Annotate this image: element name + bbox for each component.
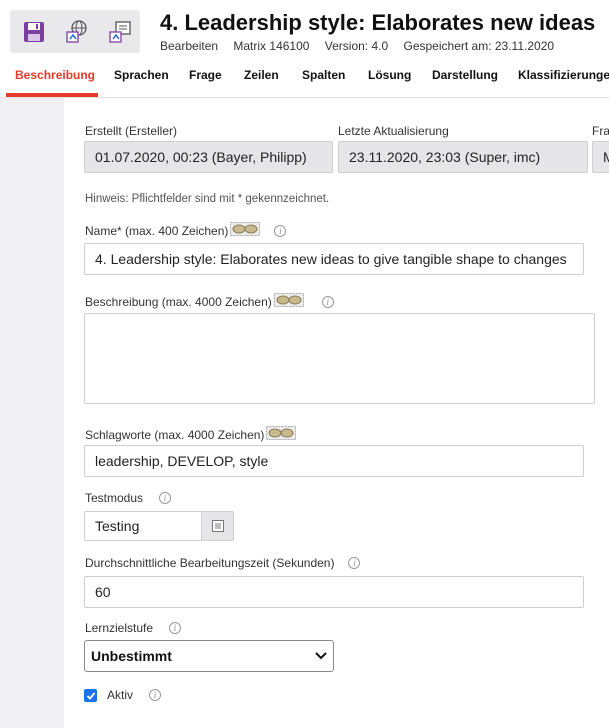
export-button[interactable] (101, 13, 139, 51)
meta-info: Bearbeiten Matrix 146100 Version: 4.0 Ge… (160, 39, 566, 53)
info-icon[interactable]: i (348, 557, 361, 569)
version-text: Version: 4.0 (324, 39, 389, 53)
name-label: Name* (max. 400 Zeichen) (85, 223, 229, 238)
language-icon[interactable] (266, 426, 297, 443)
active-label-row: Aktiv i (107, 688, 162, 702)
level-label: Lernzielstufe (85, 621, 154, 635)
toolbar (10, 10, 140, 53)
publish-web-icon (66, 19, 87, 43)
required-hint: Hinweis: Pflichtfelder sind mit * gekenn… (85, 193, 330, 205)
description-label-row: Beschreibung (max. 4000 Zeichen) i (85, 293, 334, 310)
active-label: Aktiv (107, 688, 134, 702)
matrix-id: Matrix 146100 (233, 39, 310, 53)
info-icon[interactable]: i (274, 224, 287, 237)
chevron-down-icon (315, 652, 327, 660)
tab-zeilen[interactable]: Zeilen (244, 68, 279, 82)
tab-beschreibung[interactable]: Beschreibung (15, 68, 95, 82)
info-icon[interactable]: i (159, 492, 172, 504)
testmode-label-row: Testmodus i (85, 491, 172, 505)
header: 4. Leadership style: Elaborates new idea… (0, 0, 609, 60)
keywords-input[interactable]: leadership, DEVELOP, style (84, 445, 584, 477)
testmode-combo[interactable]: Testing (84, 511, 234, 541)
created-field: 01.07.2020, 00:23 (Bayer, Philipp) (84, 141, 333, 173)
saved-date: Gespeichert am: 23.11.2020 (403, 39, 555, 53)
tab-spalten[interactable]: Spalten (302, 68, 345, 82)
info-icon[interactable]: i (149, 689, 162, 701)
avg-time-label-row: Durchschnittliche Bearbeitungszeit (Seku… (85, 556, 361, 570)
save-icon (24, 21, 44, 42)
name-input[interactable]: 4. Leadership style: Elaborates new idea… (84, 243, 584, 275)
checkmark-icon (86, 691, 95, 700)
level-value: Unbestimmt (91, 648, 172, 664)
left-sidebar (0, 98, 64, 728)
language-icon[interactable] (230, 222, 261, 239)
active-tab-indicator (6, 93, 98, 97)
tab-darstellung[interactable]: Darstellung (432, 68, 498, 82)
info-icon[interactable]: i (169, 622, 182, 634)
testmode-value: Testing (95, 518, 140, 534)
tab-sprachen[interactable]: Sprachen (114, 68, 169, 82)
save-button[interactable] (15, 13, 53, 51)
active-checkbox[interactable] (84, 689, 97, 702)
language-icon[interactable] (273, 293, 304, 310)
third-label: Fra (592, 124, 609, 138)
status-text: Bearbeiten (160, 39, 219, 53)
list-icon[interactable] (201, 512, 233, 540)
avg-time-label: Durchschnittliche Bearbeitungszeit (Seku… (85, 556, 335, 570)
tab-frage[interactable]: Frage (189, 68, 222, 82)
name-label-row: Name* (max. 400 Zeichen) i (85, 222, 287, 239)
updated-field: 23.11.2020, 23:03 (Super, imc) (338, 141, 588, 173)
level-label-row: Lernzielstufe i (85, 621, 182, 635)
info-icon[interactable]: i (321, 295, 334, 308)
description-textarea[interactable] (84, 313, 595, 404)
tab-bar: Beschreibung Sprachen Frage Zeilen Spalt… (0, 60, 609, 98)
updated-label: Letzte Aktualisierung (338, 124, 449, 138)
tab-klassifizierungen[interactable]: Klassifizierungen (518, 68, 609, 82)
keywords-label-row: Schlagworte (max. 4000 Zeichen) (85, 426, 297, 443)
tab-loesung[interactable]: Lösung (368, 68, 411, 82)
avg-time-input[interactable]: 60 (84, 576, 584, 608)
page: 4. Leadership style: Elaborates new idea… (0, 0, 609, 728)
third-field: M (592, 141, 609, 173)
testmode-label: Testmodus (85, 491, 144, 505)
created-label: Erstellt (Ersteller) (85, 124, 178, 138)
publish-web-button[interactable] (58, 13, 96, 51)
page-title: 4. Leadership style: Elaborates new idea… (160, 10, 596, 35)
level-select[interactable]: Unbestimmt (84, 640, 334, 672)
keywords-label: Schlagworte (max. 4000 Zeichen) (85, 427, 265, 442)
export-icon (109, 20, 131, 43)
description-label: Beschreibung (max. 4000 Zeichen) (85, 294, 272, 309)
